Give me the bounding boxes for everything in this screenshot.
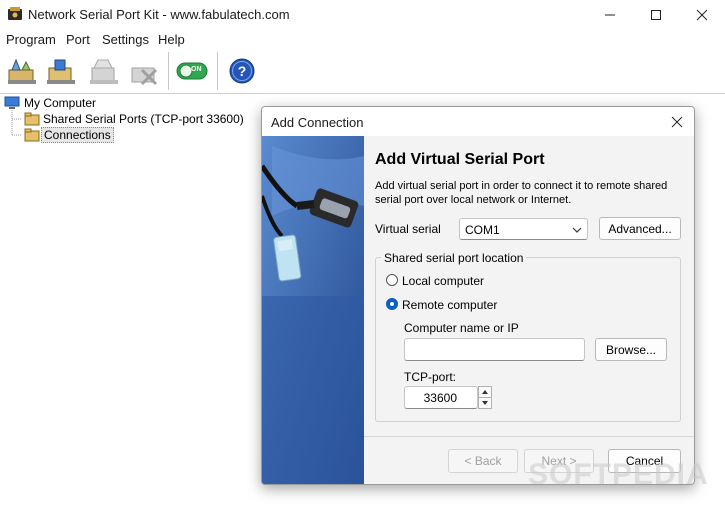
tcp-port-label: TCP-port: xyxy=(404,370,457,384)
remove-gray-icon xyxy=(131,67,158,86)
close-icon xyxy=(671,116,683,128)
dialog-close-button[interactable] xyxy=(666,112,688,132)
add-connection-dialog: Add Connection Add Virtual Serial Port A… xyxy=(261,106,695,485)
dialog-title: Add Connection xyxy=(271,115,364,130)
close-icon xyxy=(696,9,708,20)
menu-program[interactable]: Program xyxy=(6,32,56,47)
toolbar-separator xyxy=(168,52,169,90)
add-connection-button[interactable] xyxy=(43,55,79,87)
window-title: Network Serial Port Kit - www.fabulatech… xyxy=(28,7,290,22)
share-port-icon xyxy=(8,58,36,84)
maximize-button[interactable] xyxy=(633,0,679,29)
radio-local-computer[interactable] xyxy=(386,274,398,286)
wizard-banner-image xyxy=(262,136,364,484)
toolbar-separator xyxy=(217,52,218,90)
minimize-button[interactable] xyxy=(587,0,633,29)
minimize-icon xyxy=(605,14,615,15)
tcp-port-value: 33600 xyxy=(423,391,457,405)
tcp-port-stepper[interactable] xyxy=(478,386,492,409)
softpedia-watermark: SOFTPEDIA xyxy=(528,458,709,491)
help-icon: ? xyxy=(229,58,255,84)
close-window-button[interactable] xyxy=(679,0,725,29)
location-group-label: Shared serial port location xyxy=(381,251,527,265)
tree-item-shared-ports[interactable]: Shared Serial Ports (TCP-port 33600) xyxy=(43,112,244,126)
browse-button[interactable]: Browse... xyxy=(595,338,667,361)
computer-name-input[interactable] xyxy=(404,338,585,361)
dialog-separator xyxy=(364,436,694,437)
chevron-down-icon xyxy=(572,227,582,233)
tree-root-my-computer[interactable]: My Computer xyxy=(24,96,96,110)
add-connection-icon xyxy=(47,59,75,84)
radio-local-label[interactable]: Local computer xyxy=(402,274,484,288)
svg-text:?: ? xyxy=(238,63,247,79)
computer-icon xyxy=(4,96,20,113)
radio-remote-computer[interactable] xyxy=(386,298,398,310)
virtual-serial-value: COM1 xyxy=(465,223,500,237)
back-button[interactable]: < Back xyxy=(448,449,518,473)
app-icon xyxy=(7,6,23,22)
advanced-button[interactable]: Advanced... xyxy=(599,217,681,240)
computer-name-label: Computer name or IP xyxy=(404,321,519,335)
disabled-tool-button-2[interactable] xyxy=(126,55,162,87)
port-gray-icon xyxy=(90,59,118,84)
share-port-button[interactable] xyxy=(4,55,40,87)
stepper-arrows-icon xyxy=(479,390,491,405)
radio-remote-label[interactable]: Remote computer xyxy=(402,298,497,312)
maximize-icon xyxy=(651,9,661,20)
shared-port-icon xyxy=(24,112,40,129)
toggle-label: ON xyxy=(191,66,202,73)
disabled-tool-button-1[interactable] xyxy=(86,55,122,87)
tree-item-connections[interactable]: Connections xyxy=(41,127,114,143)
help-button[interactable]: ? xyxy=(224,55,260,87)
menu-help[interactable]: Help xyxy=(158,32,185,47)
menu-port[interactable]: Port xyxy=(66,32,90,47)
tcp-port-input[interactable]: 33600 xyxy=(404,386,478,409)
virtual-serial-select[interactable]: COM1 xyxy=(459,218,588,240)
connections-icon xyxy=(24,128,40,145)
serial-cable-icon xyxy=(262,136,364,484)
virtual-serial-label: Virtual serial xyxy=(375,222,441,236)
menu-settings[interactable]: Settings xyxy=(102,32,149,47)
dialog-description: Add virtual serial port in order to conn… xyxy=(375,180,668,206)
dialog-heading: Add Virtual Serial Port xyxy=(375,151,545,168)
